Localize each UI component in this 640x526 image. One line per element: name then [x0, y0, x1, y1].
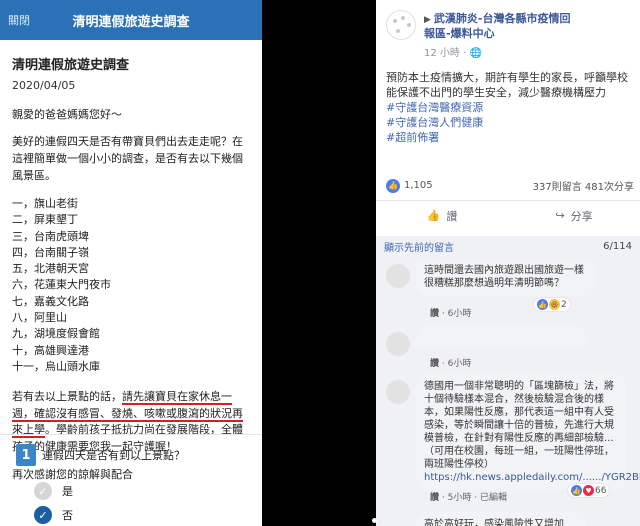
option-label: 否 [62, 509, 73, 522]
comment-link[interactable]: https://hk.news.appledaily.com/....../YG… [424, 471, 640, 484]
place-item: 八，阿里山 [12, 311, 67, 325]
comment-meta: 讚 · 6小時 [430, 309, 472, 319]
separator-dot [372, 518, 377, 523]
commenter-avatar[interactable] [386, 332, 410, 356]
comment-item: 讚 · 6小時 [382, 326, 636, 372]
comment-bubble: 這時間還去國內旅遊跟出國旅遊一樣很糟糕那麼想過明年清明節嗎？ [416, 258, 596, 296]
comment-like-link[interactable]: 讚 [430, 359, 439, 369]
like-reaction-icon: 👍 [537, 299, 548, 310]
form-title: 清明連假旅遊史調查 [12, 58, 130, 73]
section-divider [0, 434, 262, 435]
thumbs-up-icon: 👍 [426, 209, 441, 222]
comment-text: 德國用一個非常聰明的「區塊篩檢」法，將十個待驗樣本混合，然後檢驗混合後的樣本，如… [424, 381, 614, 470]
question-number: 1 [16, 444, 36, 466]
comment-reactions[interactable]: 👍 ♥ 66 [568, 484, 610, 497]
show-previous-comments-link[interactable]: 顯示先前的留言 [384, 239, 454, 254]
place-item: 五，北港朝天宮 [12, 262, 89, 276]
comment-meta: 讚 · 5小時 · 已編輯 [430, 493, 507, 503]
place-item: 六，花蓮東大門夜市 [12, 278, 111, 292]
post-body: 預防本土疫情擴大，期許有學生的家長，呼籲學校能保護不出門的學生安全，減少醫療機構… [386, 70, 634, 145]
comment-bubble [416, 326, 586, 350]
topbar-title: 清明連假旅遊史調查 [72, 14, 190, 30]
like-reaction-icon: 👍 [386, 178, 400, 193]
option-no[interactable]: ✓ 否 [34, 506, 73, 524]
like-reaction-icon: 👍 [571, 485, 582, 496]
comment-item: 高於高好玩，感染風險性又增加 [382, 510, 636, 526]
heart-reaction-icon: ♥ [583, 485, 594, 496]
comments-counter: 6/114 [603, 240, 632, 252]
place-item: 四，台南關子嶺 [12, 245, 89, 259]
question-1: 1 連假四天是否有到以上景點？ [16, 444, 185, 466]
facebook-post-panel: ▶ 武漢肺炎-台灣各縣市疫情回 報區-爆料中心 12 小時 · 🌐 預防本土疫情擴… [376, 0, 640, 526]
post-stats: 👍 1,105 337則留言 481次分享 [386, 178, 634, 193]
close-button[interactable]: 關閉 [8, 12, 30, 28]
intro-text: 美好的連假四天是否有帶寶貝們出去走走呢？在這裡簡單做一個小小的調查，是否有去以下… [12, 135, 243, 182]
commenter-avatar[interactable] [386, 380, 410, 404]
form-date: 2020/04/05 [12, 79, 76, 92]
place-item: 九，湖境度假會館 [12, 327, 100, 341]
comment-item: 德國用一個非常聰明的「區塊篩檢」法，將十個待驗樣本混合，然後檢驗混合後的樣本，如… [382, 374, 640, 508]
comments-shares-count[interactable]: 337則留言 481次分享 [533, 178, 634, 193]
hashtag-link[interactable]: #守護台灣醫療資源 [386, 100, 634, 115]
hashtag-link[interactable]: #守護台灣人們健康 [386, 115, 634, 130]
place-item: 二，屏東墾丁 [12, 213, 78, 227]
comment-bubble: 高於高好玩，感染風險性又增加 [416, 512, 586, 526]
question-text: 連假四天是否有到以上景點？ [42, 449, 185, 462]
page-avatar[interactable] [386, 10, 416, 40]
notice-plain: 若有去以上景點的話， [12, 390, 122, 404]
comment-reactions[interactable]: 👍 😆 2 [534, 298, 570, 311]
comment-bubble: 德國用一個非常聰明的「區塊篩檢」法，將十個待驗樣本混合，然後檢驗混合後的樣本，如… [416, 374, 640, 490]
share-arrow-icon: ↪ [555, 209, 565, 222]
post-text: 預防本土疫情擴大，期許有學生的家長，呼籲學校能保護不出門的學生安全，減少醫療機構… [386, 71, 628, 99]
option-yes[interactable]: ✓ 是 [34, 482, 73, 500]
comment-like-link[interactable]: 讚 [430, 493, 439, 503]
caret-right-icon: ▶ [424, 15, 431, 25]
survey-content: 清明連假旅遊史調查 2020/04/05 親愛的爸爸媽媽您好～ 美好的連假四天是… [0, 40, 262, 483]
greeting-text: 親愛的爸爸媽媽您好～ [12, 108, 122, 121]
check-icon: ✓ [34, 482, 52, 500]
like-button[interactable]: 👍 讚 [376, 208, 508, 224]
commenter-avatar[interactable] [386, 264, 410, 288]
hashtag-link[interactable]: #超前佈署 [386, 130, 634, 145]
post-card: ▶ 武漢肺炎-台灣各縣市疫情回 報區-爆料中心 12 小時 · 🌐 預防本土疫情擴… [376, 0, 640, 236]
check-icon: ✓ [34, 506, 52, 524]
comment-like-link[interactable]: 讚 [430, 309, 439, 319]
comment-meta: 讚 · 6小時 [430, 359, 472, 369]
option-label: 是 [62, 485, 73, 498]
haha-reaction-icon: 😆 [549, 299, 560, 310]
survey-topbar: 關閉 清明連假旅遊史調查 [0, 0, 262, 40]
like-count[interactable]: 1,105 [404, 180, 433, 191]
survey-panel: 關閉 清明連假旅遊史調查 清明連假旅遊史調查 2020/04/05 親愛的爸爸媽… [0, 0, 262, 526]
previous-comments-bar: 顯示先前的留言 6/114 [376, 238, 640, 254]
place-item: 一，旗山老街 [12, 197, 78, 210]
place-item: 七，嘉義文化路 [12, 294, 89, 308]
place-item: 十，高雄興達港 [12, 343, 89, 357]
thanks-text: 再次感謝您的諒解與配合 [12, 467, 133, 481]
post-actions: 👍 讚 ↪ 分享 [376, 200, 640, 230]
place-item: 十一，烏山頭水庫 [12, 359, 100, 373]
post-meta: 12 小時 · 🌐 [424, 48, 482, 59]
comment-item: 這時間還去國內旅遊跟出國旅遊一樣很糟糕那麼想過明年清明節嗎？ 👍 😆 2 讚 ·… [382, 258, 636, 320]
places-list: 一，旗山老街 二，屏東墾丁 三，台南虎頭埤 四，台南關子嶺 五，北港朝天宮 六，… [12, 196, 250, 375]
place-item: 三，台南虎頭埤 [12, 229, 89, 243]
page-name[interactable]: ▶ 武漢肺炎-台灣各縣市疫情回 報區-爆料中心 [424, 12, 634, 41]
share-button[interactable]: ↪ 分享 [508, 208, 640, 224]
